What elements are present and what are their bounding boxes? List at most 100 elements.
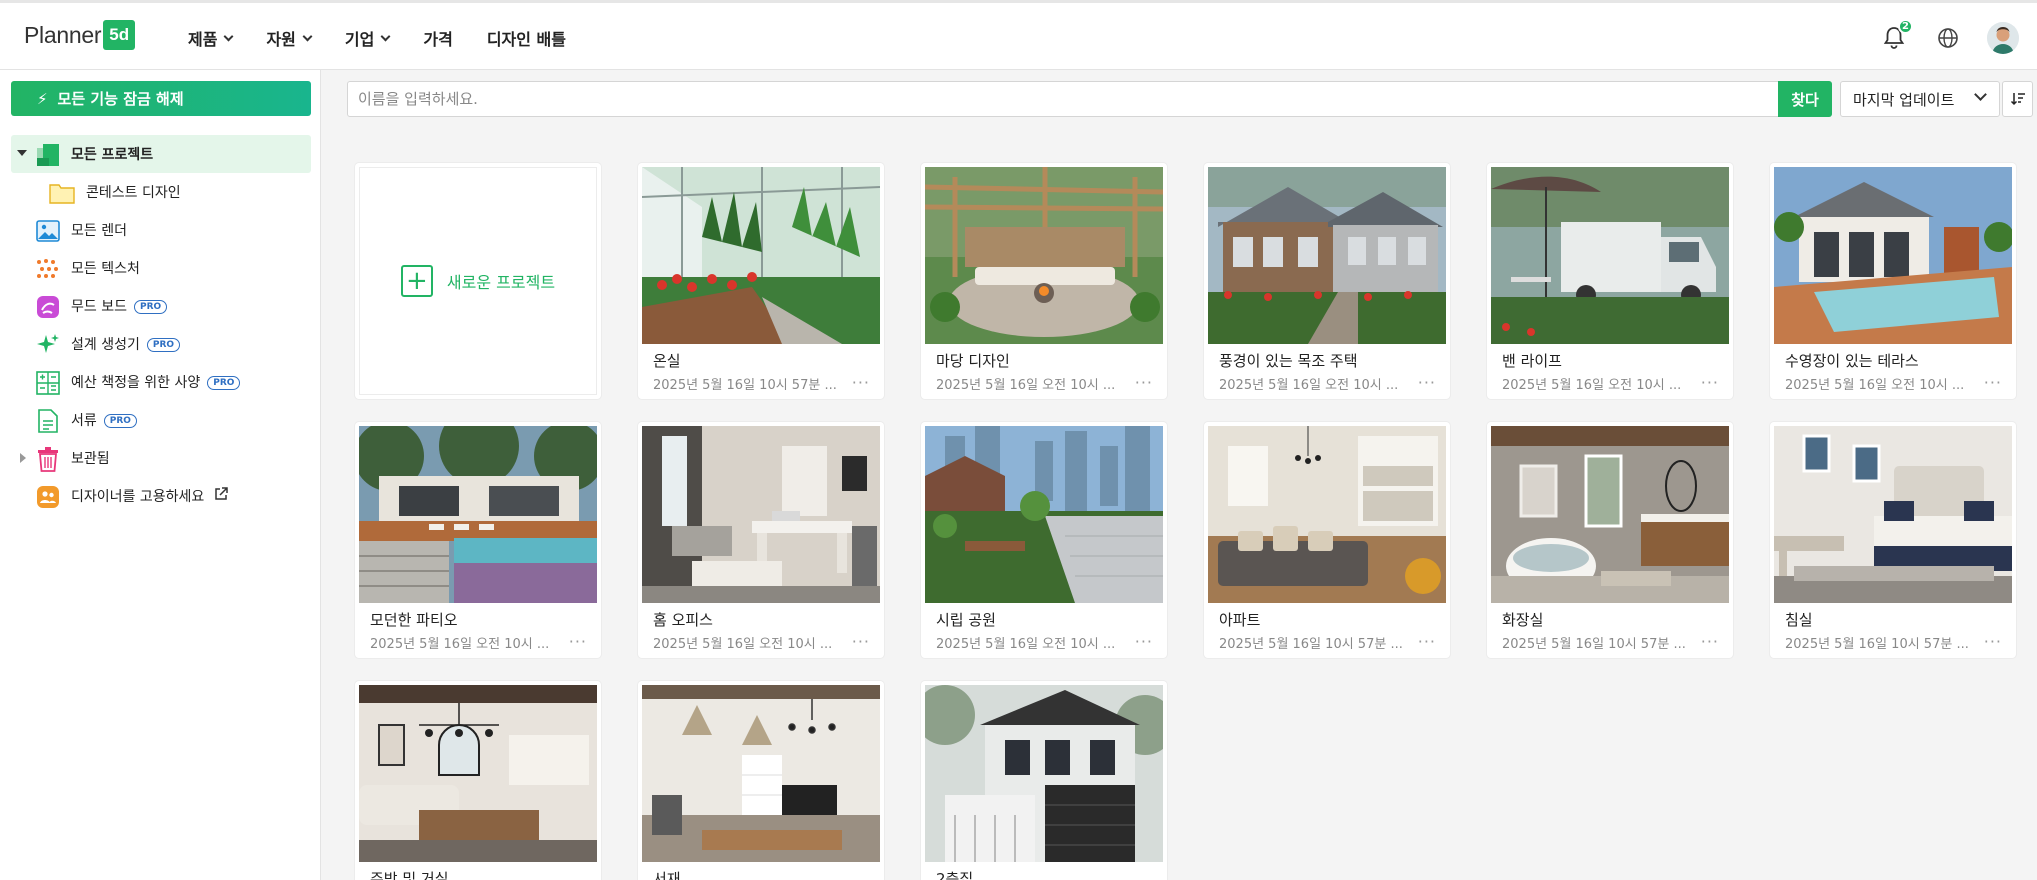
more-options-icon[interactable]: ···	[1701, 632, 1719, 651]
sidebar-item-image[interactable]: 모든 렌더	[11, 211, 311, 249]
project-title[interactable]: 홈 오피스	[653, 609, 713, 630]
more-options-icon[interactable]: ···	[1135, 373, 1153, 392]
sidebar-item-label: 디자이너를 고용하세요	[71, 489, 205, 505]
project-title[interactable]: 모던한 파티오	[370, 609, 458, 630]
project-card-patio[interactable]: 모던한 파티오 2025년 5월 16일 오전 10시 ... ···	[355, 422, 601, 658]
more-options-icon[interactable]: ···	[1701, 373, 1719, 392]
more-options-icon[interactable]: ···	[852, 632, 870, 651]
user-avatar[interactable]	[1987, 22, 2019, 54]
project-title[interactable]: 시립 공원	[936, 609, 996, 630]
project-card-bathroom[interactable]: 화장실 2025년 5월 16일 10시 57분 ... ···	[1487, 422, 1733, 658]
sidebar-item-label: 무드 보드	[71, 299, 127, 315]
project-card-greenhouse[interactable]: 온실 2025년 5월 16일 10시 57분 ... ···	[638, 163, 884, 399]
project-card-park[interactable]: 시립 공원 2025년 5월 16일 오전 10시 ... ···	[921, 422, 1167, 658]
project-title[interactable]: 수영장이 있는 테라스	[1785, 350, 1919, 371]
sidebar-item-label-wrap: 디자이너를 고용하세요	[71, 486, 228, 506]
more-options-icon[interactable]: ···	[569, 632, 587, 651]
project-thumbnail[interactable]	[1491, 426, 1729, 603]
project-date: 2025년 5월 16일 오전 10시 ...	[1219, 378, 1399, 393]
caret-right-icon[interactable]	[20, 453, 26, 463]
project-title[interactable]: 밴 라이프	[1502, 350, 1562, 371]
project-date: 2025년 5월 16일 오전 10시 ...	[1502, 378, 1682, 393]
new-project-label: 새로운 프로젝트	[446, 273, 556, 292]
sidebar-item-trash[interactable]: 보관됨	[11, 439, 311, 477]
caret-down-icon[interactable]	[17, 150, 27, 156]
project-title[interactable]: 풍경이 있는 목조 주택	[1219, 350, 1358, 371]
more-options-icon[interactable]: ···	[1984, 373, 2002, 392]
project-date: 2025년 5월 16일 10시 57분 ...	[1219, 637, 1403, 652]
project-thumbnail[interactable]	[642, 167, 880, 344]
menu-item-label: 자원	[266, 30, 296, 49]
unlock-label: 모든 기능 잠금 해제	[57, 90, 184, 108]
project-card-twostory[interactable]: 2층집	[921, 681, 1167, 880]
more-options-icon[interactable]: ···	[852, 373, 870, 392]
project-thumbnail[interactable]	[642, 426, 880, 603]
project-title[interactable]: 온실	[653, 350, 681, 371]
sidebar-item-texture[interactable]: 모든 텍스처	[11, 249, 311, 287]
sort-order-button[interactable]	[2002, 81, 2033, 117]
search-button[interactable]: 찾다	[1778, 81, 1832, 117]
project-card-apartment[interactable]: 아파트 2025년 5월 16일 10시 57분 ... ···	[1204, 422, 1450, 658]
project-card-study[interactable]: 서재	[638, 681, 884, 880]
project-thumbnail[interactable]	[1774, 426, 2012, 603]
project-card-woodhouse[interactable]: 풍경이 있는 목조 주택 2025년 5월 16일 오전 10시 ... ···	[1204, 163, 1450, 399]
sidebar-item-sparkle[interactable]: 설계 생성기 PRO	[11, 325, 311, 363]
sidebar-item-folder[interactable]: 콘테스트 디자인	[11, 173, 311, 211]
pro-badge: PRO	[103, 414, 137, 428]
project-card-yard[interactable]: 마당 디자인 2025년 5월 16일 오전 10시 ... ···	[921, 163, 1167, 399]
project-thumbnail[interactable]	[1208, 167, 1446, 344]
globe-icon[interactable]	[1933, 23, 1963, 53]
project-title[interactable]: 서재	[653, 868, 681, 880]
menu-item-2[interactable]: 자원	[266, 26, 313, 50]
project-thumbnail[interactable]	[1491, 167, 1729, 344]
menu-item-5[interactable]: 디자인 배틀	[487, 26, 566, 50]
new-project-card[interactable]: + 새로운 프로젝트	[355, 163, 601, 399]
sidebar-item-label-wrap: 설계 생성기 PRO	[71, 334, 181, 354]
project-card-office[interactable]: 홈 오피스 2025년 5월 16일 오전 10시 ... ···	[638, 422, 884, 658]
top-nav: Planner 5d 제품 자원 기업 가격 디자인 배틀 2	[0, 0, 2037, 70]
project-card-pool[interactable]: 수영장이 있는 테라스 2025년 5월 16일 오전 10시 ... ···	[1770, 163, 2016, 399]
sidebar-item-moodboard[interactable]: 무드 보드 PRO	[11, 287, 311, 325]
menu-item-label: 디자인 배틀	[486, 30, 566, 49]
menu-item-4[interactable]: 가격	[423, 26, 452, 50]
menu-item-1[interactable]: 제품	[188, 26, 234, 50]
project-title[interactable]: 마당 디자인	[936, 350, 1010, 371]
project-title[interactable]: 화장실	[1502, 609, 1543, 630]
sort-selected-label: 마지막 업데이트	[1853, 90, 1955, 109]
menu-item-label: 가격	[423, 30, 453, 49]
project-card-kitchen[interactable]: 주방 및 거실	[355, 681, 601, 880]
project-title[interactable]: 침실	[1785, 609, 1813, 630]
sidebar-item-document[interactable]: 서류 PRO	[11, 401, 311, 439]
sidebar-item-calculator[interactable]: 예산 책정을 위한 사양 PRO	[11, 363, 311, 401]
project-title[interactable]: 아파트	[1219, 609, 1260, 630]
project-title[interactable]: 주방 및 거실	[370, 868, 449, 880]
project-card-van[interactable]: 밴 라이프 2025년 5월 16일 오전 10시 ... ···	[1487, 163, 1733, 399]
bell-icon[interactable]: 2	[1879, 19, 1913, 53]
texture-icon	[35, 256, 61, 282]
more-options-icon[interactable]: ···	[1418, 632, 1436, 651]
sort-select[interactable]: 마지막 업데이트	[1840, 81, 2000, 117]
sidebar-item-projects[interactable]: 모든 프로젝트	[11, 135, 311, 173]
more-options-icon[interactable]: ···	[1135, 632, 1153, 651]
new-project-inner: + 새로운 프로젝트	[359, 167, 597, 395]
project-thumbnail[interactable]	[359, 426, 597, 603]
logo[interactable]: Planner 5d	[24, 17, 136, 53]
project-thumbnail[interactable]	[642, 685, 880, 862]
moodboard-icon	[35, 294, 61, 320]
more-options-icon[interactable]: ···	[1418, 373, 1436, 392]
project-card-bedroom[interactable]: 침실 2025년 5월 16일 10시 57분 ... ···	[1770, 422, 2016, 658]
project-thumbnail[interactable]	[925, 685, 1163, 862]
more-options-icon[interactable]: ···	[1984, 632, 2002, 651]
project-date: 2025년 5월 16일 오전 10시 ...	[936, 637, 1116, 652]
project-thumbnail[interactable]	[359, 685, 597, 862]
project-thumbnail[interactable]	[1208, 426, 1446, 603]
sidebar-item-people[interactable]: 디자이너를 고용하세요	[11, 477, 311, 515]
project-thumbnail[interactable]	[1774, 167, 2012, 344]
project-thumbnail[interactable]	[925, 167, 1163, 344]
search-input[interactable]	[348, 82, 1748, 116]
project-title[interactable]: 2층집	[936, 868, 973, 880]
menu-item-3[interactable]: 기업	[345, 26, 391, 50]
project-thumbnail[interactable]	[925, 426, 1163, 603]
unlock-all-features-button[interactable]: ⚡ 모든 기능 잠금 해제	[11, 81, 311, 116]
project-date: 2025년 5월 16일 10시 57분 ...	[1785, 637, 1969, 652]
